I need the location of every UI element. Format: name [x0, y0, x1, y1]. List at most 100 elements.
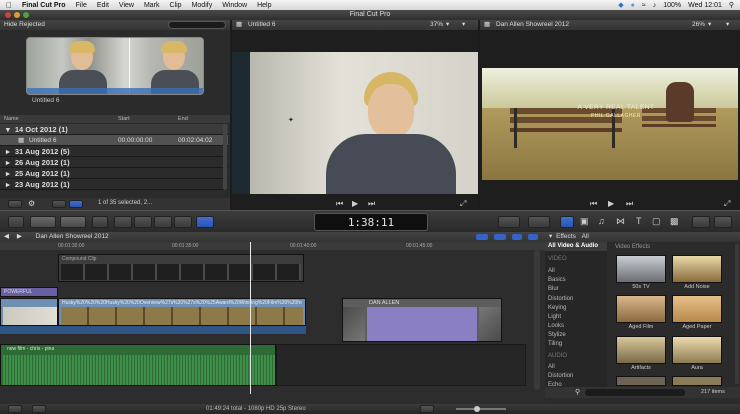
title-clip[interactable]: DAN ALLEN	[342, 298, 502, 342]
filter-dropdown[interactable]: Hide Rejected	[4, 21, 45, 28]
retime-icon[interactable]	[528, 216, 550, 228]
titles-browser-icon[interactable]: T	[636, 216, 642, 226]
minimize-window-button[interactable]	[14, 12, 20, 18]
viewer-video-frame[interactable]: A VERY REAL TALENT PHIL GALLAGHER	[482, 68, 738, 180]
event-row[interactable]: ▸ 31 Aug 2012 (5)	[0, 146, 228, 157]
snapping-button[interactable]	[494, 234, 506, 240]
effects-category[interactable]: Basics	[548, 277, 566, 283]
effects-scope[interactable]: All	[582, 233, 589, 240]
effects-category[interactable]: Distortion	[548, 373, 573, 379]
keyword-icon[interactable]	[92, 216, 108, 228]
timecode-display[interactable]: 1:38:11	[314, 213, 428, 231]
menu-view[interactable]: View	[119, 2, 134, 9]
menu-edit[interactable]: Edit	[97, 2, 109, 9]
append-clip-button[interactable]	[154, 216, 172, 228]
blade-tool-icon[interactable]	[498, 216, 520, 228]
chevron-down-icon[interactable]: ▾	[708, 20, 711, 30]
clock[interactable]: Wed 12:01	[688, 2, 722, 9]
search-icon[interactable]: ⚲	[575, 388, 580, 396]
library-button[interactable]	[8, 216, 24, 228]
effects-search-field[interactable]	[585, 389, 685, 396]
generators-browser-icon[interactable]: ▢	[652, 216, 661, 227]
effects-category[interactable]: Tiling	[548, 341, 562, 347]
next-frame-icon[interactable]: ⏭	[626, 199, 633, 209]
menu-window[interactable]: Window	[222, 2, 247, 9]
video-clip[interactable]	[0, 298, 58, 326]
spotlight-icon[interactable]: ⚲	[729, 1, 734, 9]
effects-category[interactable]: All	[548, 268, 555, 274]
playhead[interactable]	[250, 242, 251, 394]
forward-arrow-icon[interactable]: ▶	[17, 233, 22, 240]
compound-clip[interactable]: Compound Clip	[58, 254, 304, 282]
effect-thumbnail[interactable]	[616, 295, 666, 323]
zoom-slider-knob[interactable]	[474, 406, 480, 412]
menu-file[interactable]: File	[76, 2, 87, 9]
apple-menu-icon[interactable]: 	[6, 1, 12, 10]
effects-category[interactable]: Distortion	[548, 296, 573, 302]
connect-clip-button[interactable]	[114, 216, 132, 228]
list-view-button[interactable]	[52, 200, 66, 208]
insert-clip-button[interactable]	[134, 216, 152, 228]
overwrite-clip-button[interactable]	[174, 216, 192, 228]
list-view-active-button[interactable]	[69, 200, 83, 208]
effects-category[interactable]: Light	[548, 314, 561, 320]
battery-label[interactable]: 100%	[663, 2, 681, 9]
effect-thumbnail[interactable]	[672, 376, 722, 386]
wifi-icon[interactable]: ≈	[642, 2, 646, 9]
effect-thumbnail[interactable]	[616, 255, 666, 283]
zoom-slider[interactable]	[456, 408, 506, 410]
chevron-down-icon[interactable]: ▾	[446, 20, 449, 30]
browser-search-field[interactable]	[168, 21, 226, 29]
fullscreen-icon[interactable]: ⤢	[460, 199, 466, 209]
zoom-level[interactable]: 26%	[692, 20, 705, 30]
play-icon[interactable]: ▶	[352, 199, 358, 208]
zoom-level[interactable]: 37%	[430, 20, 443, 30]
disclosure-right-icon[interactable]: ▸	[6, 180, 10, 189]
column-end[interactable]: End	[178, 115, 188, 123]
effects-scrollbar[interactable]	[735, 244, 739, 384]
event-row[interactable]: ▸ 26 Aug 2012 (1)	[0, 157, 228, 168]
previous-frame-icon[interactable]: ⏮	[336, 199, 343, 209]
zoom-window-button[interactable]	[23, 12, 29, 18]
effects-category[interactable]: All	[548, 364, 555, 370]
video-clip[interactable]: Husky%20%20%20Husky%20%20Overview%27s%20…	[58, 298, 306, 326]
timeline-ruler[interactable]: 00:01:30:00 00:01:35:00 00:01:40:00 00:0…	[0, 242, 545, 250]
effect-thumbnail[interactable]	[672, 255, 722, 283]
music-browser-icon[interactable]: ♫	[598, 216, 605, 226]
view-options-icon[interactable]: ▾	[462, 20, 465, 30]
adjust-button[interactable]	[714, 216, 732, 228]
transition-left[interactable]	[343, 307, 365, 341]
volume-icon[interactable]: ♪	[653, 2, 657, 9]
themes-browser-icon[interactable]: ▩	[670, 216, 679, 227]
menu-mark[interactable]: Mark	[144, 2, 160, 9]
audio-clip[interactable]: new film - chris - pina	[0, 344, 276, 386]
column-start[interactable]: Start	[118, 115, 130, 123]
event-row[interactable]: ▸ 25 Aug 2012 (1)	[0, 168, 228, 179]
view-options-icon[interactable]: ▾	[726, 20, 729, 30]
effect-thumbnail[interactable]	[672, 295, 722, 323]
column-name[interactable]: Name	[4, 115, 19, 123]
twitter-icon[interactable]: ●	[631, 2, 635, 9]
skimming-button[interactable]	[528, 234, 538, 240]
viewer-video-frame[interactable]: ✦	[232, 52, 478, 194]
timeline-scrollbar[interactable]	[534, 250, 540, 390]
background-tasks-button[interactable]	[32, 405, 46, 413]
effects-category[interactable]: Echo	[548, 382, 562, 388]
audio-meter-button[interactable]	[8, 405, 22, 413]
event-row-selected[interactable]: ▾ 14 Oct 2012 (1)	[0, 124, 228, 135]
browser-scrollbar[interactable]	[223, 124, 227, 190]
select-tool-icon[interactable]	[196, 216, 214, 228]
event-row[interactable]: ▸ 23 Aug 2012 (1)	[0, 179, 228, 190]
effects-browser-icon[interactable]	[560, 216, 574, 228]
menu-clip[interactable]: Clip	[170, 2, 182, 9]
app-menu[interactable]: Final Cut Pro	[22, 2, 66, 9]
transitions-browser-icon[interactable]: ⋈	[616, 216, 625, 227]
fullscreen-icon[interactable]: ⤢	[724, 199, 730, 209]
settings-gear-icon[interactable]: ⚙	[28, 199, 35, 208]
import-button[interactable]	[30, 216, 56, 228]
effects-category[interactable]: Keying	[548, 305, 566, 311]
filmstrip-view-button[interactable]	[8, 200, 22, 208]
previous-frame-icon[interactable]: ⏮	[590, 199, 597, 209]
next-frame-icon[interactable]: ⏭	[368, 199, 375, 209]
dropbox-icon[interactable]: ◆	[618, 1, 623, 9]
